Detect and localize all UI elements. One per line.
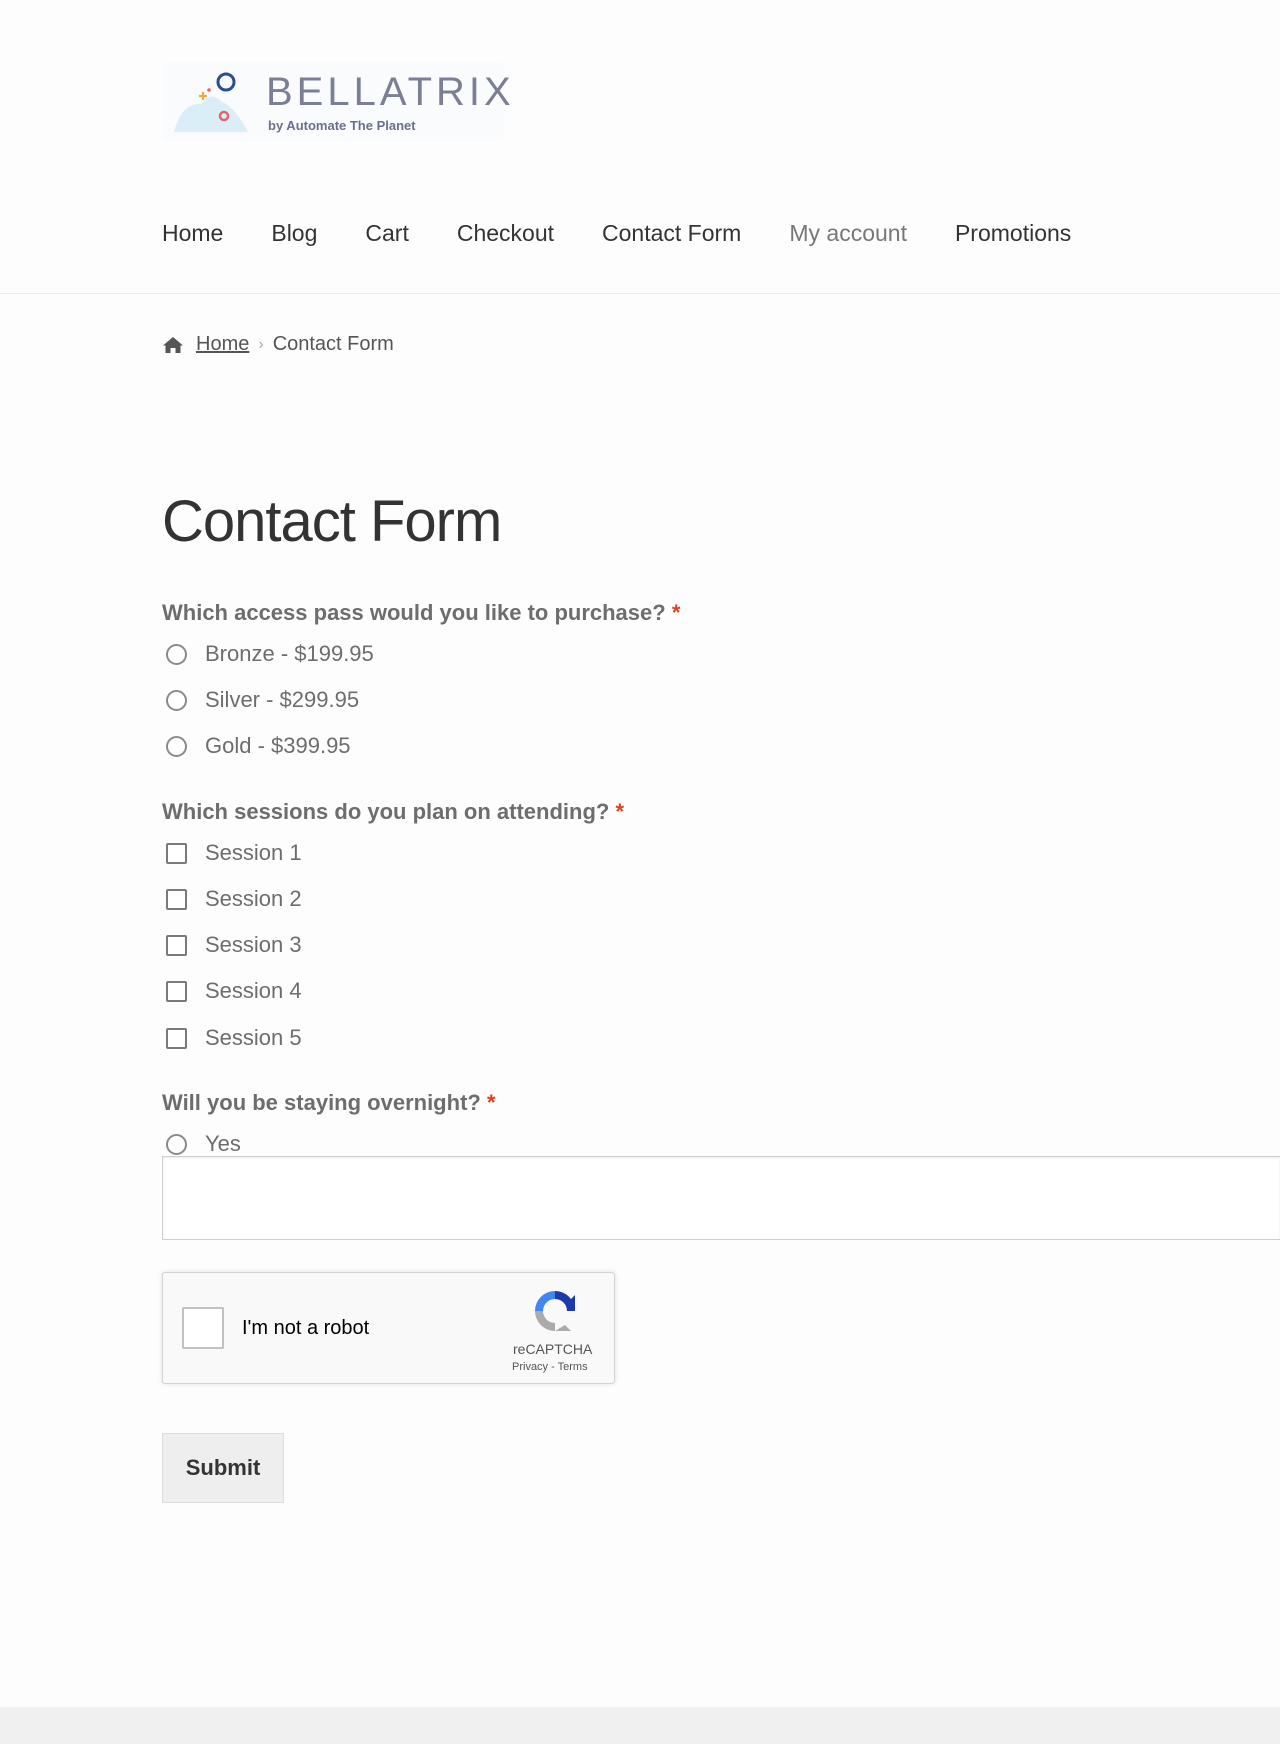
logo-tagline: by Automate The Planet <box>268 118 416 133</box>
question-overnight: Will you be staying overnight? * <box>162 1090 496 1116</box>
question-label: Which access pass would you like to purc… <box>162 600 666 625</box>
checkbox[interactable] <box>166 842 187 864</box>
option-label: Bronze - $199.95 <box>205 641 374 666</box>
site-header: BELLATRIX by Automate The Planet Home Bl… <box>0 0 1280 294</box>
recaptcha-widget: I'm not a robot reCAPTCHA Privacy - Term… <box>162 1272 615 1384</box>
question-label: Which sessions do you plan on attending? <box>162 799 610 824</box>
checkbox-session-5[interactable]: Session 5 <box>166 1025 302 1051</box>
checkbox[interactable] <box>166 980 187 1002</box>
checkbox[interactable] <box>166 888 187 910</box>
required-marker: * <box>615 799 625 824</box>
text-area-field[interactable] <box>162 1156 1280 1240</box>
home-icon[interactable] <box>162 336 184 354</box>
nav-item-my-account[interactable]: My account <box>789 220 907 247</box>
checkbox-session-4[interactable]: Session 4 <box>166 978 302 1004</box>
nav-item-cart[interactable]: Cart <box>365 220 408 247</box>
radio-button[interactable] <box>166 1133 187 1155</box>
recaptcha-checkbox[interactable] <box>182 1307 224 1349</box>
chevron-right-icon: › <box>258 335 264 353</box>
radio-option-gold[interactable]: Gold - $399.95 <box>166 733 351 759</box>
option-label: Session 3 <box>205 932 302 957</box>
checkbox-session-1[interactable]: Session 1 <box>166 840 302 866</box>
question-label: Will you be staying overnight? <box>162 1090 481 1115</box>
option-label: Session 5 <box>205 1025 302 1050</box>
nav-item-blog[interactable]: Blog <box>271 220 317 247</box>
checkbox[interactable] <box>166 1027 187 1049</box>
recaptcha-terms-link[interactable]: Terms <box>558 1361 588 1373</box>
recaptcha-privacy-link[interactable]: Privacy <box>512 1361 548 1373</box>
option-label: Session 2 <box>205 886 302 911</box>
required-marker: * <box>486 1090 496 1115</box>
recaptcha-logo-icon <box>535 1291 575 1331</box>
site-logo[interactable]: BELLATRIX by Automate The Planet <box>162 62 511 142</box>
recaptcha-label: I'm not a robot <box>242 1317 370 1339</box>
radio-button[interactable] <box>166 643 187 665</box>
required-marker: * <box>671 600 681 625</box>
radio-option-bronze[interactable]: Bronze - $199.95 <box>166 641 374 667</box>
option-label: Session 1 <box>205 840 302 865</box>
submit-button[interactable]: Submit <box>162 1433 284 1503</box>
site-footer <box>0 1707 1280 1744</box>
page-title: Contact Form <box>162 489 502 554</box>
breadcrumb: Home › Contact Form <box>162 333 394 356</box>
recaptcha-brand: reCAPTCHA <box>513 1341 593 1357</box>
nav-item-contact-form[interactable]: Contact Form <box>602 220 741 247</box>
radio-option-yes[interactable]: Yes <box>166 1131 241 1157</box>
recaptcha-separator: - <box>551 1361 555 1373</box>
radio-button[interactable] <box>166 689 187 711</box>
checkbox-session-2[interactable]: Session 2 <box>166 886 302 912</box>
logo-wordmark: BELLATRIX <box>266 70 515 114</box>
radio-button[interactable] <box>166 735 187 757</box>
logo-mark-icon <box>174 72 248 132</box>
primary-nav: Home Blog Cart Checkout Contact Form My … <box>162 220 1119 247</box>
option-label: Session 4 <box>205 978 302 1003</box>
radio-option-silver[interactable]: Silver - $299.95 <box>166 687 359 713</box>
option-label: Silver - $299.95 <box>205 687 360 712</box>
breadcrumb-home-link[interactable]: Home <box>196 333 249 356</box>
nav-item-home[interactable]: Home <box>162 220 223 247</box>
recaptcha-links: Privacy - Terms <box>512 1361 588 1373</box>
checkbox[interactable] <box>166 934 187 956</box>
breadcrumb-current: Contact Form <box>272 333 394 355</box>
option-label: Yes <box>205 1131 241 1156</box>
question-access-pass: Which access pass would you like to purc… <box>162 600 680 626</box>
nav-item-promotions[interactable]: Promotions <box>955 220 1071 247</box>
question-sessions: Which sessions do you plan on attending?… <box>162 799 624 825</box>
nav-item-checkout[interactable]: Checkout <box>457 220 554 247</box>
option-label: Gold - $399.95 <box>205 733 351 758</box>
checkbox-session-3[interactable]: Session 3 <box>166 932 302 958</box>
